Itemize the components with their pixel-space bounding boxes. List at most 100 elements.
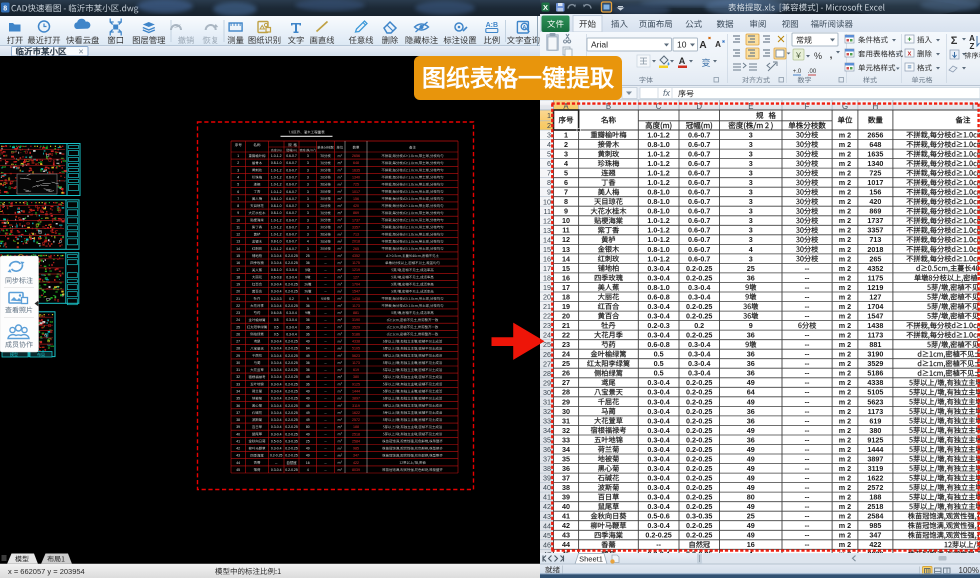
svg-text:0.6-0.7: 0.6-0.7 xyxy=(286,225,297,229)
svg-text:648: 648 xyxy=(869,140,881,149)
svg-text:0.8-1.0: 0.8-1.0 xyxy=(647,197,669,206)
svg-text:--: -- xyxy=(805,359,810,368)
svg-text:49: 49 xyxy=(747,483,755,492)
svg-text:--: -- xyxy=(805,283,810,292)
svg-text:--: -- xyxy=(805,407,810,416)
svg-text:0.3-0.4: 0.3-0.4 xyxy=(647,407,669,416)
svg-text:36: 36 xyxy=(306,368,310,372)
svg-text:0.6-0.7: 0.6-0.7 xyxy=(688,235,710,244)
svg-text:0.3-0.4: 0.3-0.4 xyxy=(271,375,282,379)
svg-text:0.2-0.25: 0.2-0.25 xyxy=(285,368,298,372)
svg-text:1173: 1173 xyxy=(352,361,360,365)
svg-text:--: -- xyxy=(324,411,326,415)
svg-text:--: -- xyxy=(324,275,326,279)
svg-text:21: 21 xyxy=(562,321,570,330)
svg-text:1.0-1.2: 1.0-1.2 xyxy=(647,178,669,187)
svg-text:0.6-0.8: 0.6-0.8 xyxy=(271,275,282,279)
svg-text:24: 24 xyxy=(236,318,240,322)
svg-text:0.3-0.4: 0.3-0.4 xyxy=(647,416,669,425)
svg-text:21: 21 xyxy=(236,297,240,301)
svg-text:0.3-0.4: 0.3-0.4 xyxy=(271,304,282,308)
svg-text:3119: 3119 xyxy=(352,404,360,408)
svg-text:1.0-1.2: 1.0-1.2 xyxy=(647,254,669,263)
svg-text:+.0: +.0 xyxy=(793,69,802,75)
svg-text:25: 25 xyxy=(562,359,570,368)
svg-text:m 2: m 2 xyxy=(839,321,851,330)
svg-text:1173: 1173 xyxy=(868,331,884,340)
svg-text:0.2: 0.2 xyxy=(289,297,294,301)
svg-text:0.2-0.25: 0.2-0.25 xyxy=(285,390,298,394)
svg-text:3: 3 xyxy=(749,140,753,149)
svg-text:0.6-0.7: 0.6-0.7 xyxy=(688,188,710,197)
svg-text:m 2: m 2 xyxy=(839,483,851,492)
svg-text:,: , xyxy=(830,50,833,61)
svg-text:18: 18 xyxy=(543,274,551,283)
svg-text:0.2-0.25: 0.2-0.25 xyxy=(285,454,298,458)
svg-text:46: 46 xyxy=(543,540,551,549)
svg-text:5105: 5105 xyxy=(867,388,883,397)
svg-text:49: 49 xyxy=(306,418,310,422)
svg-text:--: -- xyxy=(324,361,326,365)
svg-text:m 2: m 2 xyxy=(839,130,851,139)
svg-text:40: 40 xyxy=(562,502,570,511)
svg-text:6: 6 xyxy=(547,159,551,168)
svg-text:0.3-0.4: 0.3-0.4 xyxy=(647,331,669,340)
svg-text:--: -- xyxy=(324,290,326,294)
svg-text:0.3-0.4: 0.3-0.4 xyxy=(271,361,282,365)
svg-text:26: 26 xyxy=(562,369,570,378)
svg-text:m 2: m 2 xyxy=(839,312,851,321)
svg-text:0.3-0.4: 0.3-0.4 xyxy=(286,275,297,279)
svg-text:--: -- xyxy=(805,502,810,511)
svg-text:0.5: 0.5 xyxy=(274,325,279,329)
svg-text:3: 3 xyxy=(307,233,309,237)
svg-text:3897: 3897 xyxy=(867,454,883,463)
svg-text:+: + xyxy=(907,37,911,44)
svg-text:41: 41 xyxy=(236,439,240,443)
svg-text:3: 3 xyxy=(564,150,568,159)
svg-text:--: -- xyxy=(805,273,810,282)
svg-text:38: 38 xyxy=(562,483,570,492)
svg-text:0.3-0.4: 0.3-0.4 xyxy=(688,340,710,349)
svg-text:0.5-0.6: 0.5-0.6 xyxy=(647,512,669,521)
svg-text:5623: 5623 xyxy=(352,354,360,358)
svg-text:0.2-0.25: 0.2-0.25 xyxy=(686,445,712,454)
svg-text:49: 49 xyxy=(747,445,755,454)
svg-text:49: 49 xyxy=(306,375,310,379)
svg-text:40: 40 xyxy=(543,483,551,492)
svg-text:0.3-0.4: 0.3-0.4 xyxy=(647,521,669,530)
svg-text:49: 49 xyxy=(306,432,310,436)
svg-text:0.5: 0.5 xyxy=(654,369,664,378)
svg-text:1.0-1.2: 1.0-1.2 xyxy=(271,225,282,229)
svg-text:1340: 1340 xyxy=(867,159,883,168)
svg-text:1704: 1704 xyxy=(352,283,360,287)
svg-text:--: -- xyxy=(324,468,326,472)
svg-text:0.6-0.7: 0.6-0.7 xyxy=(286,176,297,180)
svg-text:3357: 3357 xyxy=(352,225,360,229)
svg-text:--: -- xyxy=(324,340,326,344)
svg-text:0.3-0.4: 0.3-0.4 xyxy=(271,404,282,408)
svg-text:0.6-0.7: 0.6-0.7 xyxy=(286,218,297,222)
svg-text:0.5: 0.5 xyxy=(654,350,664,359)
svg-text:0.6-0.7: 0.6-0.7 xyxy=(688,207,710,216)
svg-text:0.3-0.4: 0.3-0.4 xyxy=(647,302,669,311)
svg-text:0.6-0.8: 0.6-0.8 xyxy=(647,292,669,301)
svg-text:881: 881 xyxy=(353,311,359,315)
svg-text:0.3-0.4: 0.3-0.4 xyxy=(286,268,297,272)
svg-text:0.3-0.4: 0.3-0.4 xyxy=(271,382,282,386)
svg-text:5: 5 xyxy=(547,150,551,159)
svg-text:869: 869 xyxy=(869,207,881,216)
svg-text:0.3-0.4: 0.3-0.4 xyxy=(647,502,669,511)
svg-text:42: 42 xyxy=(236,447,240,451)
svg-text:5: 5 xyxy=(237,183,239,187)
svg-text:2656: 2656 xyxy=(867,130,883,139)
svg-text:1.0-1.2: 1.0-1.2 xyxy=(271,247,282,251)
svg-text:m 2: m 2 xyxy=(839,464,851,473)
svg-text:30: 30 xyxy=(236,361,240,365)
svg-text:44: 44 xyxy=(543,521,551,530)
svg-text:0.3-0.4: 0.3-0.4 xyxy=(647,426,669,435)
svg-text:0.3-0.4: 0.3-0.4 xyxy=(647,445,669,454)
svg-text:m 2: m 2 xyxy=(839,369,851,378)
svg-text:1017: 1017 xyxy=(352,190,360,194)
svg-text:0.6-0.7: 0.6-0.7 xyxy=(286,190,297,194)
svg-text:27: 27 xyxy=(236,340,240,344)
